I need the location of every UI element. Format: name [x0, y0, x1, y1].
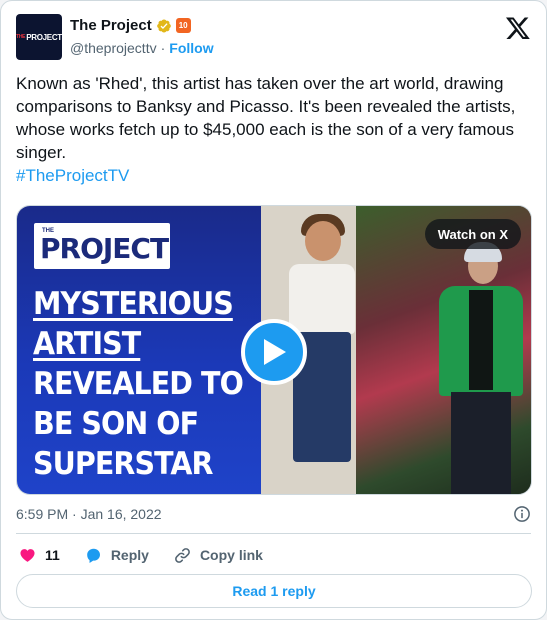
headline-line: SUPERSTAR — [33, 446, 214, 482]
headline-line: BE SON OF — [33, 406, 199, 442]
reply-button[interactable]: Reply — [84, 546, 149, 565]
copy-link-button[interactable]: Copy link — [173, 546, 263, 565]
affiliate-badge: 10 — [175, 18, 191, 33]
the-project-logo: THE PROJECT — [34, 223, 170, 269]
handle[interactable]: @theprojecttv — [70, 40, 157, 56]
video-headline: MYSTERIOUS ARTIST REVEALED TO BE SON OF … — [33, 284, 244, 484]
headline-line: ARTIST — [33, 326, 141, 362]
link-icon — [175, 547, 190, 563]
watch-on-x-label: Watch on X — [437, 226, 508, 242]
separator-dot: · — [160, 40, 166, 56]
speech-bubble-icon — [86, 548, 100, 563]
headline-line: MYSTERIOUS — [33, 286, 234, 322]
action-bar: 11 Reply Copy link — [18, 545, 287, 565]
logo-project-text: PROJECT — [40, 232, 169, 265]
timestamp[interactable]: 6:59 PM · Jan 16, 2022 — [16, 506, 162, 522]
heart-icon — [20, 548, 35, 562]
headline-line: REVEALED TO — [33, 366, 244, 402]
tweet-header: THE PROJECT The Project 10 @theprojecttv… — [16, 13, 531, 60]
tweet-text: Known as 'Rhed', this artist has taken o… — [16, 72, 531, 187]
avatar-project-text: PROJECT — [26, 32, 62, 42]
display-name[interactable]: The Project — [70, 17, 152, 34]
person-pants — [451, 392, 511, 494]
handle-row: @theprojecttv · Follow — [70, 40, 214, 56]
reply-label: Reply — [110, 547, 149, 563]
tweet-card: THE PROJECT The Project 10 @theprojecttv… — [0, 0, 547, 620]
person-head — [305, 221, 341, 261]
info-icon[interactable] — [513, 505, 531, 523]
tweet-body: Known as 'Rhed', this artist has taken o… — [16, 74, 516, 162]
follow-button[interactable]: Follow — [169, 40, 213, 56]
person-shirt — [289, 264, 355, 334]
read-replies-label: Read 1 reply — [232, 583, 316, 599]
avatar-the-text: THE — [16, 34, 26, 40]
verified-badge-icon — [156, 18, 171, 33]
read-replies-button[interactable]: Read 1 reply — [16, 574, 532, 608]
x-logo-icon[interactable] — [505, 15, 531, 41]
avatar[interactable]: THE PROJECT — [16, 14, 62, 60]
divider — [16, 533, 531, 534]
hashtag-link[interactable]: #TheProjectTV — [16, 164, 531, 187]
copy-link-label: Copy link — [199, 547, 263, 563]
name-row: The Project 10 — [70, 17, 191, 34]
play-icon — [264, 339, 286, 365]
play-button[interactable] — [241, 319, 307, 385]
video-title-panel: THE PROJECT MYSTERIOUS ARTIST REVEALED T… — [17, 206, 261, 494]
watch-on-x-button[interactable]: Watch on X — [424, 219, 521, 249]
video-media[interactable]: THE PROJECT MYSTERIOUS ARTIST REVEALED T… — [16, 205, 532, 495]
like-count: 11 — [45, 547, 60, 563]
person-tshirt — [469, 290, 493, 390]
like-button[interactable]: 11 — [18, 546, 60, 565]
